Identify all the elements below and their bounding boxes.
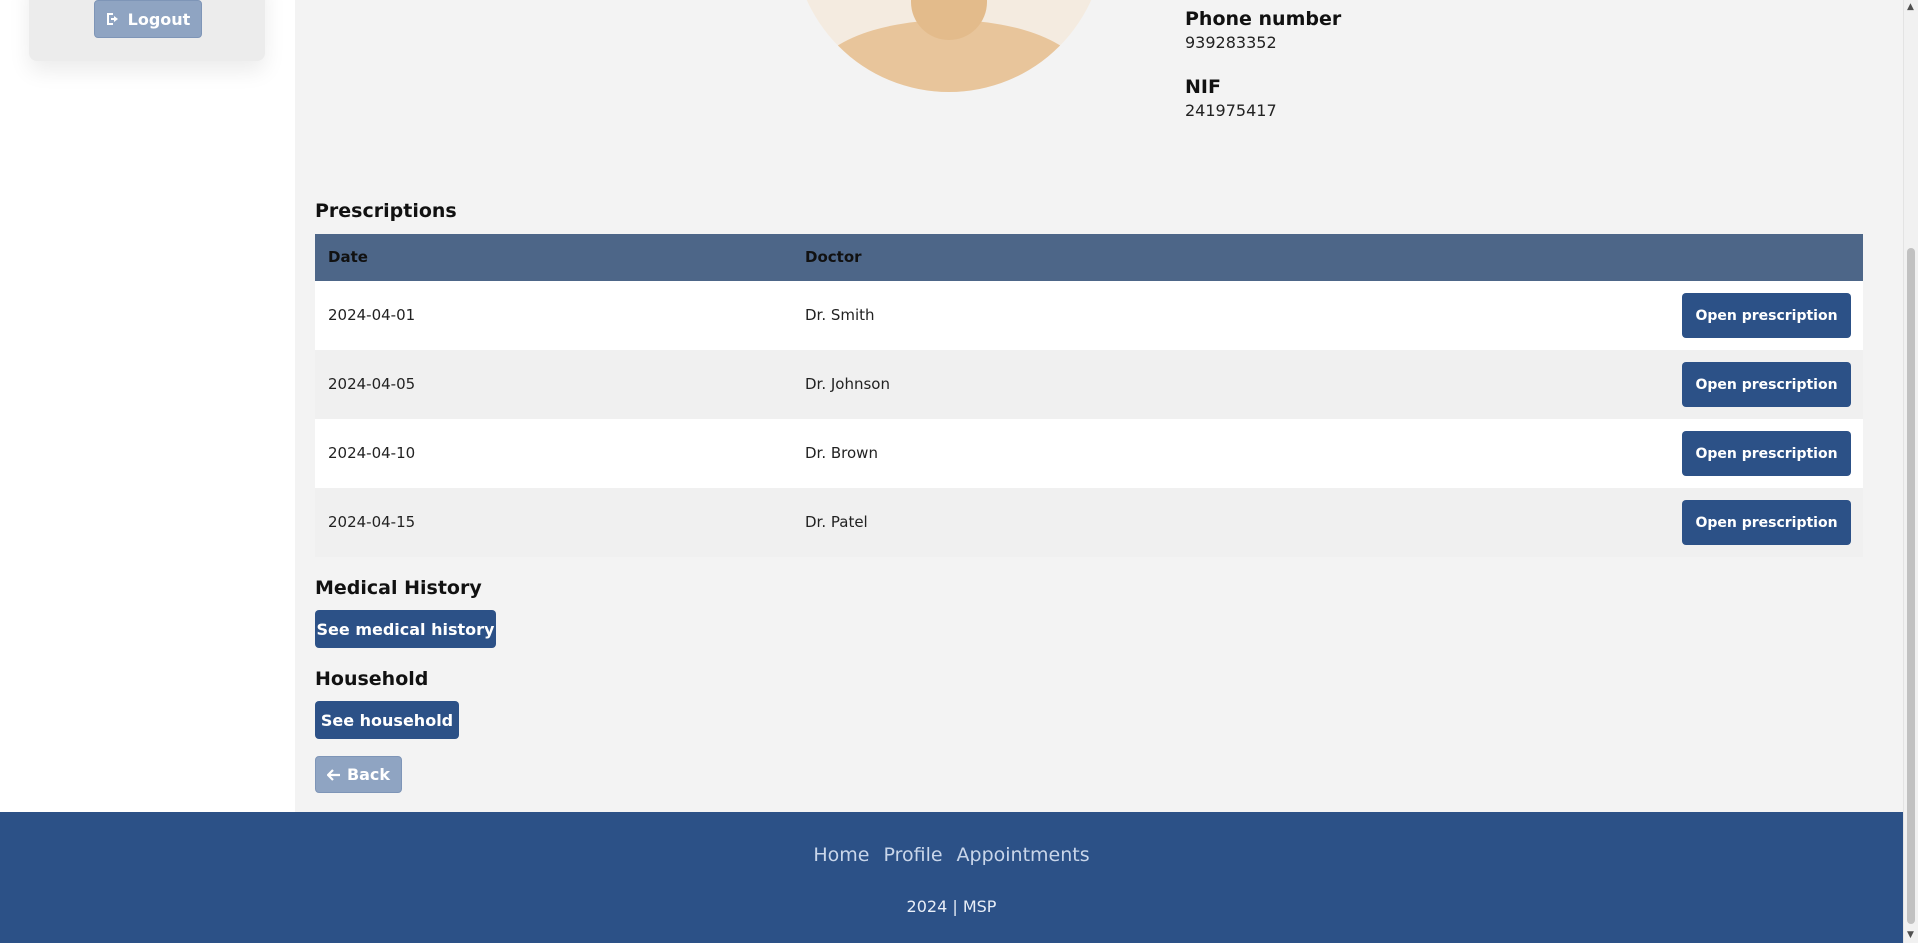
row-doctor: Dr. Smith bbox=[805, 306, 875, 324]
sign-out-icon bbox=[106, 13, 118, 25]
medical-history-title: Medical History bbox=[315, 577, 482, 599]
phone-value: 939283352 bbox=[1185, 33, 1277, 52]
scroll-down-icon[interactable]: ▼ bbox=[1907, 931, 1914, 940]
open-prescription-button[interactable]: Open prescription bbox=[1682, 293, 1851, 338]
table-row: 2024-04-05 Dr. Johnson Open prescription bbox=[315, 350, 1863, 419]
footer-link-profile[interactable]: Profile bbox=[883, 844, 942, 866]
footer-copyright: 2024 | MSP bbox=[906, 897, 997, 916]
row-doctor: Dr. Patel bbox=[805, 513, 868, 531]
avatar bbox=[793, 0, 1105, 107]
table-row: 2024-04-15 Dr. Patel Open prescription bbox=[315, 488, 1863, 557]
back-button[interactable]: Back bbox=[315, 756, 402, 793]
footer-nav: Home Profile Appointments bbox=[0, 844, 1903, 866]
row-date: 2024-04-01 bbox=[328, 306, 416, 324]
column-header-date: Date bbox=[328, 248, 368, 266]
row-date: 2024-04-05 bbox=[328, 375, 416, 393]
table-row: 2024-04-01 Dr. Smith Open prescription bbox=[315, 281, 1863, 350]
household-title: Household bbox=[315, 668, 429, 690]
see-medical-history-button[interactable]: See medical history bbox=[315, 610, 496, 648]
logout-button[interactable]: Logout bbox=[94, 0, 202, 38]
arrow-left-icon bbox=[326, 768, 340, 781]
footer-link-home[interactable]: Home bbox=[813, 844, 869, 866]
sidebar: Logout bbox=[0, 0, 295, 812]
back-label: Back bbox=[346, 765, 391, 784]
logout-label: Logout bbox=[127, 9, 191, 29]
scrollbar-thumb[interactable] bbox=[1907, 248, 1915, 924]
avatar-circle bbox=[793, 0, 1105, 92]
row-date: 2024-04-15 bbox=[328, 513, 416, 531]
prescriptions-title: Prescriptions bbox=[315, 200, 457, 222]
open-prescription-button[interactable]: Open prescription bbox=[1682, 431, 1851, 476]
table-row: 2024-04-10 Dr. Brown Open prescription bbox=[315, 419, 1863, 488]
open-prescription-button[interactable]: Open prescription bbox=[1682, 362, 1851, 407]
row-date: 2024-04-10 bbox=[328, 444, 416, 462]
nif-label: NIF bbox=[1185, 76, 1221, 98]
prescriptions-table: Date Doctor 2024-04-01 Dr. Smith Open pr… bbox=[315, 234, 1863, 557]
main-content: Phone number 939283352 NIF 241975417 Pre… bbox=[295, 0, 1903, 812]
page-scrollbar[interactable]: ▲ ▼ bbox=[1903, 0, 1918, 943]
scroll-up-icon[interactable]: ▲ bbox=[1907, 3, 1914, 12]
open-prescription-button[interactable]: Open prescription bbox=[1682, 500, 1851, 545]
column-header-doctor: Doctor bbox=[805, 248, 862, 266]
footer: Home Profile Appointments 2024 | MSP bbox=[0, 812, 1903, 943]
footer-link-appointments[interactable]: Appointments bbox=[957, 844, 1090, 866]
phone-label: Phone number bbox=[1185, 8, 1342, 30]
table-header: Date Doctor bbox=[315, 234, 1863, 281]
see-household-button[interactable]: See household bbox=[315, 701, 459, 739]
row-doctor: Dr. Brown bbox=[805, 444, 878, 462]
nif-value: 241975417 bbox=[1185, 101, 1277, 120]
row-doctor: Dr. Johnson bbox=[805, 375, 890, 393]
sidebar-card: Logout bbox=[29, 0, 265, 61]
